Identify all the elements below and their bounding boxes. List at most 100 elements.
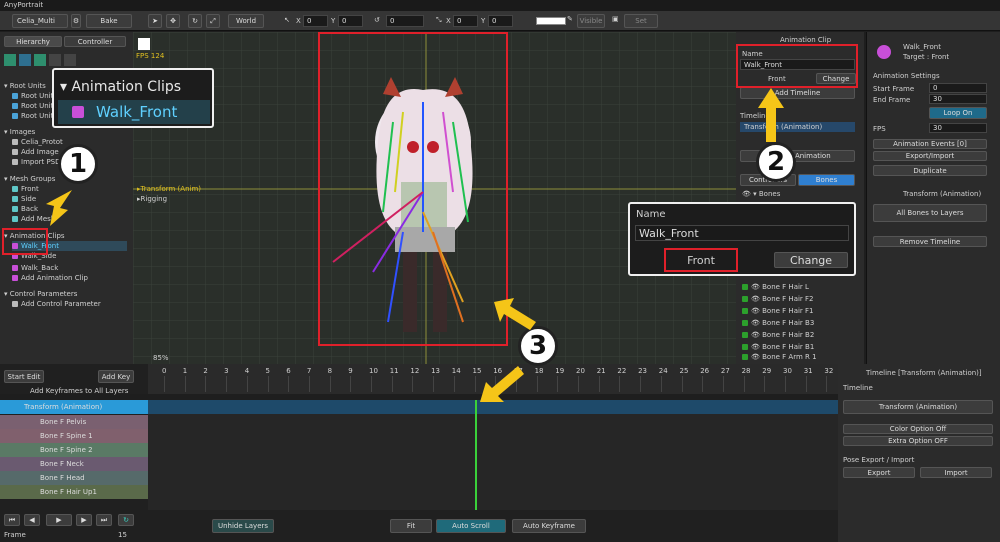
next-frame-button[interactable]: ▶ bbox=[76, 514, 92, 526]
list-item[interactable]: Celia_Protot bbox=[12, 137, 63, 147]
eyedropper-icon[interactable]: ✎ bbox=[567, 15, 573, 23]
ruler-line bbox=[764, 376, 766, 392]
list-item[interactable]: Root Unit bbox=[12, 101, 53, 111]
pos-y-field[interactable]: 0 bbox=[338, 15, 363, 27]
filter-icon-4[interactable] bbox=[49, 54, 61, 66]
bone-visible-icon bbox=[742, 320, 748, 326]
auto-scroll-button[interactable]: Auto Scroll bbox=[436, 519, 506, 533]
root-units-header[interactable]: ▾ Root Units bbox=[4, 81, 46, 91]
filter-icon-5[interactable] bbox=[64, 54, 76, 66]
list-item[interactable]: Walk_Back bbox=[12, 263, 58, 273]
auto-scroll-label: Auto Scroll bbox=[452, 522, 490, 530]
move-tool-icon[interactable]: ✥ bbox=[166, 14, 180, 28]
ruler-line bbox=[578, 376, 579, 392]
viewport[interactable]: FPS 124 ▸ Transform (Anim) ▸ Rigging 85% bbox=[133, 32, 736, 364]
control-params-header[interactable]: ▾ Control Parameters bbox=[4, 289, 77, 299]
bake-button[interactable]: Bake bbox=[86, 14, 132, 28]
timeline-tracks[interactable] bbox=[148, 400, 838, 510]
play-button[interactable]: ▶ bbox=[46, 514, 72, 526]
frame-label: Frame bbox=[4, 531, 26, 539]
filter-icon-2[interactable] bbox=[19, 54, 31, 66]
tab-bones[interactable]: Bones bbox=[798, 174, 855, 186]
images-header[interactable]: ▾ Images bbox=[4, 127, 35, 137]
bone-row[interactable]: 👁 Bone F Hair B1 bbox=[742, 342, 814, 352]
select-tool-icon[interactable]: ➤ bbox=[148, 14, 162, 28]
frame-value: 15 bbox=[118, 531, 127, 539]
start-frame-field[interactable]: 0 bbox=[929, 83, 987, 93]
fps-field[interactable]: 30 bbox=[929, 123, 987, 133]
start-edit-button[interactable]: Start Edit bbox=[4, 370, 44, 383]
highlight-box-name bbox=[736, 44, 858, 88]
scale-x-field[interactable]: 0 bbox=[453, 15, 478, 27]
layer-row[interactable]: Bone F Hair Up1 bbox=[0, 485, 148, 499]
extra-option-button[interactable]: Extra Option OFF bbox=[843, 436, 993, 446]
layer-row[interactable]: Bone F Pelvis bbox=[0, 415, 148, 429]
set-button[interactable]: Set bbox=[624, 14, 658, 28]
rotate-tool-icon[interactable]: ↻ bbox=[188, 14, 202, 28]
fit-button[interactable]: Fit bbox=[390, 519, 432, 533]
remove-timeline-button[interactable]: Remove Timeline bbox=[873, 236, 987, 247]
pose-import-button[interactable]: Import bbox=[920, 467, 992, 478]
first-frame-button[interactable]: ⏮ bbox=[4, 514, 20, 526]
visible-button[interactable]: Visible bbox=[577, 14, 605, 28]
pose-export-button[interactable]: Export bbox=[843, 467, 915, 478]
bone-row[interactable]: 👁 Bone F Hair B3 bbox=[742, 318, 814, 328]
add-key-button[interactable]: Add Key bbox=[98, 370, 134, 383]
last-frame-button[interactable]: ⏭ bbox=[96, 514, 112, 526]
step-3-number: 3 bbox=[528, 331, 548, 361]
color-swatch[interactable] bbox=[536, 17, 566, 25]
space-dropdown[interactable]: World bbox=[228, 14, 264, 28]
image-icon bbox=[12, 139, 18, 145]
layer-row[interactable]: Bone F Spine 2 bbox=[0, 443, 148, 457]
bone-row[interactable]: 👁 Bone F Hair F2 bbox=[742, 294, 814, 304]
camera-icon[interactable]: ▣ bbox=[612, 15, 619, 23]
timeline-props-value[interactable]: Transform (Animation) bbox=[843, 400, 993, 414]
object-selector[interactable]: Celia_Multi bbox=[12, 14, 68, 28]
bone-row[interactable]: 👁 Bone F Hair L bbox=[742, 282, 809, 292]
list-item[interactable]: Add Image bbox=[12, 147, 59, 157]
pos-x-field[interactable]: 0 bbox=[303, 15, 328, 27]
all-bones-to-layers-button[interactable]: All Bones to Layers bbox=[873, 204, 987, 222]
anim-events-button[interactable]: Animation Events [0] bbox=[873, 139, 987, 149]
bone-row[interactable]: 👁 Bone F Hair F1 bbox=[742, 306, 814, 316]
list-item[interactable]: Add Control Parameter bbox=[12, 299, 101, 309]
list-item[interactable]: Import PSD bbox=[12, 157, 61, 167]
ruler-line bbox=[350, 376, 352, 392]
list-item[interactable]: Root Unit bbox=[12, 111, 53, 121]
prev-frame-button[interactable]: ◀ bbox=[24, 514, 40, 526]
loop-icon[interactable]: ↻ bbox=[118, 514, 134, 526]
add-keyframes-all-label[interactable]: Add Keyframes to All Layers bbox=[30, 387, 128, 395]
filter-icon-1[interactable] bbox=[4, 54, 16, 66]
playhead[interactable] bbox=[475, 400, 477, 510]
menu-icon[interactable] bbox=[138, 38, 150, 50]
settings-icon[interactable]: ⚙ bbox=[71, 14, 81, 28]
layer-row[interactable]: Bone F Head bbox=[0, 471, 148, 485]
end-frame-field[interactable]: 30 bbox=[929, 94, 987, 104]
unhide-layers-button[interactable]: Unhide Layers bbox=[212, 519, 274, 533]
export-import-button[interactable]: Export/Import bbox=[873, 151, 987, 161]
auto-keyframe-button[interactable]: Auto Keyframe bbox=[512, 519, 586, 533]
bone-row[interactable]: 👁 Bone F Arm R 1 bbox=[742, 352, 817, 362]
bones-header[interactable]: 👁 ▾ Bones bbox=[742, 189, 780, 199]
mesh-groups-label: Mesh Groups bbox=[9, 175, 56, 183]
list-item[interactable]: Front bbox=[12, 184, 39, 194]
tab-hierarchy[interactable]: Hierarchy bbox=[4, 36, 62, 47]
filter-icon-3[interactable] bbox=[34, 54, 46, 66]
list-item[interactable]: Back bbox=[12, 204, 38, 214]
loop-toggle[interactable]: Loop On bbox=[929, 107, 987, 119]
list-item[interactable]: Add Animation Clip bbox=[12, 273, 88, 283]
scale-tool-icon[interactable]: ⤢ bbox=[206, 14, 220, 28]
color-option-button[interactable]: Color Option Off bbox=[843, 424, 993, 434]
mesh-groups-header[interactable]: ▾ Mesh Groups bbox=[4, 174, 55, 184]
rotation-field[interactable]: 0 bbox=[386, 15, 424, 27]
bone-row[interactable]: 👁 Bone F Hair B2 bbox=[742, 330, 814, 340]
tab-controller[interactable]: Controller bbox=[64, 36, 126, 47]
ruler-line bbox=[536, 376, 538, 392]
layer-main[interactable]: Transform (Animation) bbox=[0, 400, 148, 414]
layer-row[interactable]: Bone F Neck bbox=[0, 457, 148, 471]
layer-row[interactable]: Bone F Spine 1 bbox=[0, 429, 148, 443]
scale-y-field[interactable]: 0 bbox=[488, 15, 513, 27]
duplicate-button[interactable]: Duplicate bbox=[873, 165, 987, 176]
list-item[interactable]: Root Unit bbox=[12, 91, 53, 101]
list-item[interactable]: Side bbox=[12, 194, 36, 204]
